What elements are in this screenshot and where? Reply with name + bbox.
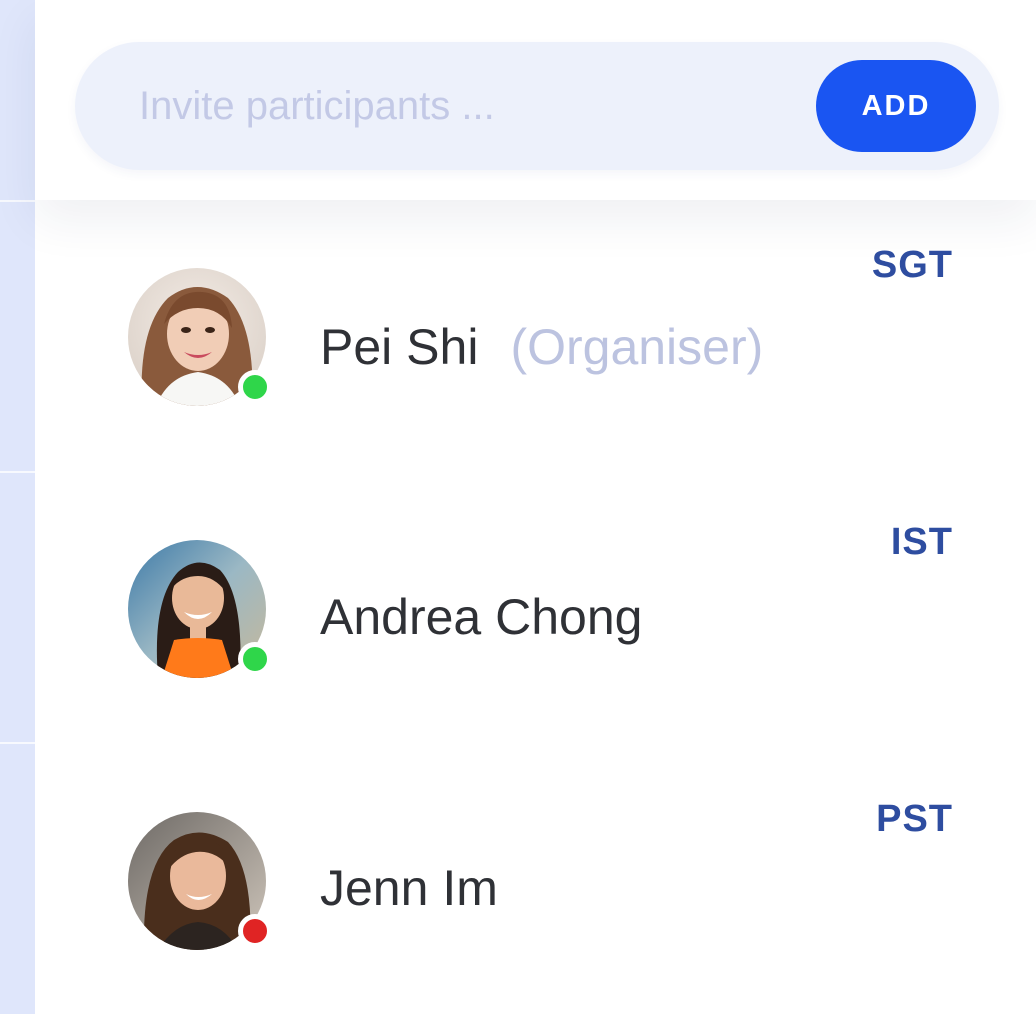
participant-row[interactable]: Andrea Chong IST <box>35 515 1036 775</box>
participant-row[interactable]: Pei Shi (Organiser) SGT <box>35 240 1036 500</box>
avatar <box>128 540 272 678</box>
participant-row[interactable]: Jenn Im PST <box>35 792 1036 1014</box>
timezone-label: SGT <box>871 244 953 286</box>
avatar <box>128 812 272 950</box>
participant-name-text: Pei Shi <box>320 319 479 375</box>
add-button[interactable]: ADD <box>816 60 976 152</box>
strip-divider <box>0 471 35 473</box>
online-status-icon <box>238 370 272 404</box>
strip-divider <box>0 200 35 202</box>
participant-name: Jenn Im <box>320 859 498 917</box>
participant-name: Pei Shi (Organiser) <box>320 318 763 376</box>
invite-bar: ADD <box>75 42 999 170</box>
participants-panel: ADD P <box>0 0 1036 1014</box>
participant-name-text: Andrea Chong <box>320 589 643 645</box>
avatar <box>128 268 272 406</box>
strip-divider <box>0 742 35 744</box>
left-sidebar-strip <box>0 0 35 1014</box>
organiser-role-label: (Organiser) <box>510 319 764 375</box>
invite-participants-input[interactable] <box>139 76 779 136</box>
participant-name-text: Jenn Im <box>320 860 498 916</box>
participant-name: Andrea Chong <box>320 588 642 646</box>
timezone-label: IST <box>890 521 953 563</box>
timezone-label: PST <box>876 798 953 840</box>
online-status-icon <box>238 642 272 676</box>
offline-status-icon <box>238 914 272 948</box>
invite-header: ADD <box>35 0 1036 200</box>
